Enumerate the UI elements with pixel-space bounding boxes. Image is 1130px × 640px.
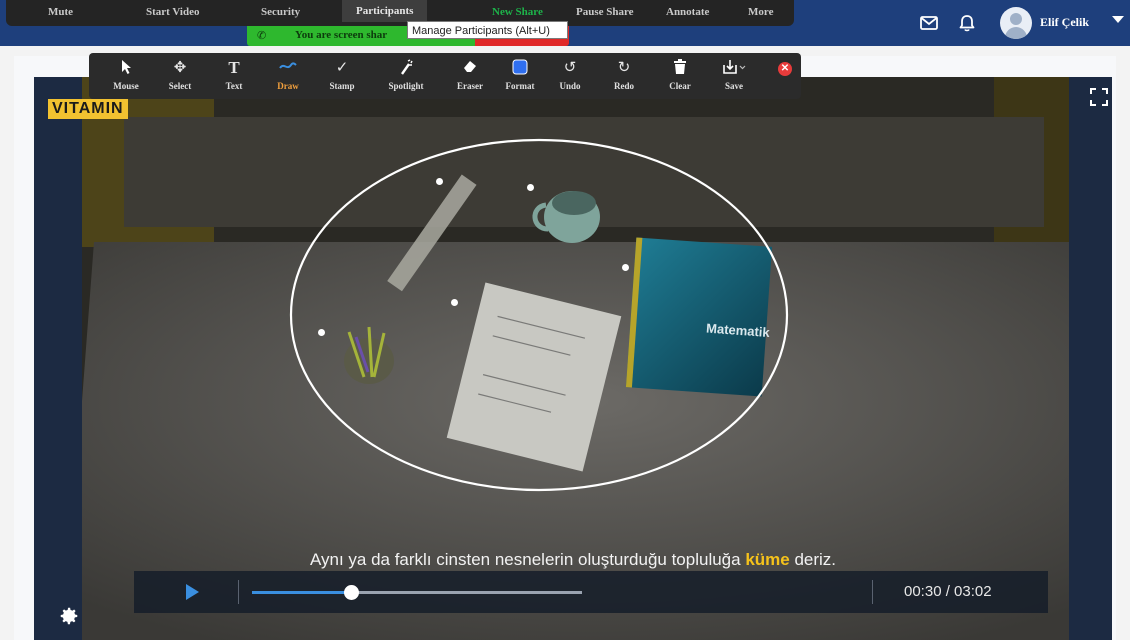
mail-icon[interactable] xyxy=(919,13,939,33)
vitamin-logo: VITAMIN xyxy=(48,99,128,119)
screen-sharing-text: You are screen shar xyxy=(295,29,388,41)
tool-spotlight[interactable]: Spotlight xyxy=(379,59,433,95)
tool-clear[interactable]: Clear xyxy=(653,59,707,95)
annotation-toolbar: Mouse ✥ Select T Text Draw ✓ Stamp Spotl… xyxy=(89,53,801,99)
time-display: 00:30 / 03:02 xyxy=(904,583,992,600)
divider xyxy=(872,580,873,604)
user-name[interactable]: Elif Çelik xyxy=(1040,15,1089,30)
new-share-button[interactable]: New Share xyxy=(492,6,543,18)
tool-save[interactable]: Save xyxy=(707,59,761,95)
format-icon xyxy=(493,59,547,77)
video-subtitle: Aynı ya da farklı cinsten nesnelerin olu… xyxy=(309,550,837,569)
participants-button[interactable]: Participants xyxy=(342,0,428,22)
tool-eraser[interactable]: Eraser xyxy=(443,59,497,95)
fullscreen-icon[interactable] xyxy=(1089,87,1109,107)
seek-bar[interactable] xyxy=(252,585,582,600)
tool-format[interactable]: Format xyxy=(493,59,547,95)
chevron-down-icon[interactable] xyxy=(1112,16,1124,23)
tool-select[interactable]: ✥ Select xyxy=(153,59,207,95)
participants-tooltip: Manage Participants (Alt+U) xyxy=(407,21,568,39)
seek-handle[interactable] xyxy=(344,585,359,600)
cursor-icon xyxy=(99,59,153,77)
undo-icon: ↺ xyxy=(563,59,577,76)
divider xyxy=(238,580,239,604)
meeting-control-menu: Mute Start Video Security Participants N… xyxy=(6,0,794,26)
seek-progress xyxy=(252,591,351,594)
tool-stamp[interactable]: ✓ Stamp xyxy=(315,59,369,95)
pause-share-button[interactable]: Pause Share xyxy=(576,6,634,18)
marker-dot xyxy=(451,299,458,306)
avatar[interactable] xyxy=(1000,7,1032,39)
player-controls: 00:30 / 03:02 xyxy=(134,571,1048,613)
gear-icon[interactable] xyxy=(58,605,80,627)
tool-text[interactable]: T Text xyxy=(207,59,261,95)
marker-dot xyxy=(527,184,534,191)
phone-icon: ✆ xyxy=(257,30,267,42)
text-icon: T xyxy=(228,58,240,77)
annotate-button[interactable]: Annotate xyxy=(666,6,709,18)
security-button[interactable]: Security xyxy=(261,6,300,18)
save-icon xyxy=(707,59,761,77)
tool-draw[interactable]: Draw xyxy=(261,59,315,95)
mute-button[interactable]: Mute xyxy=(48,6,73,18)
start-video-button[interactable]: Start Video xyxy=(146,6,199,18)
tool-redo[interactable]: ↻ Redo xyxy=(597,59,651,95)
header-bar: Mute Start Video Security Participants N… xyxy=(0,0,1130,46)
draw-icon xyxy=(261,59,315,77)
marker-dot xyxy=(318,329,325,336)
trash-icon xyxy=(653,59,707,77)
highlighted-word: küme xyxy=(745,550,790,569)
spotlight-icon xyxy=(379,59,433,77)
shared-screen-area: Matematik VITAMIN Aynı ya da farklı cins… xyxy=(14,56,1116,640)
more-button[interactable]: More xyxy=(748,6,773,18)
tool-mouse[interactable]: Mouse xyxy=(99,59,153,95)
bell-icon[interactable] xyxy=(957,13,977,33)
marker-dot xyxy=(622,264,629,271)
move-icon: ✥ xyxy=(173,59,187,76)
video-player[interactable]: Matematik VITAMIN Aynı ya da farklı cins… xyxy=(34,77,1112,640)
eraser-icon xyxy=(443,59,497,77)
redo-icon: ↻ xyxy=(617,59,631,76)
tool-undo[interactable]: ↺ Undo xyxy=(543,59,597,95)
play-icon[interactable] xyxy=(186,584,199,600)
check-icon: ✓ xyxy=(335,59,349,76)
close-annotation-icon[interactable]: ✕ xyxy=(778,62,792,76)
marker-dot xyxy=(436,178,443,185)
